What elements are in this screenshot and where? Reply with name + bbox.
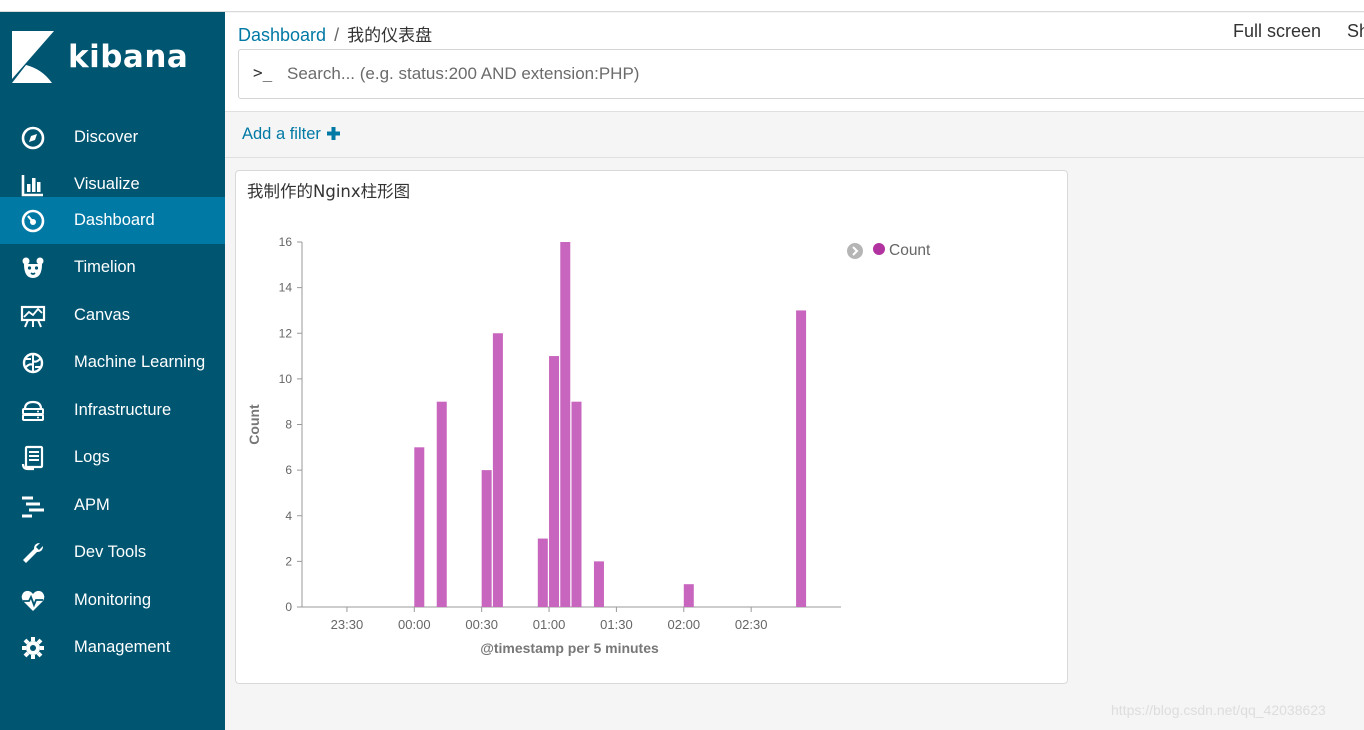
full-screen-button[interactable]: Full screen [1233,21,1321,42]
y-tick-label: 4 [285,509,292,523]
kibana-logo[interactable]: kibana [12,31,188,83]
gear-icon [20,635,46,661]
sidebar-item-canvas[interactable]: Canvas [0,292,225,339]
x-tick-label: 02:00 [668,617,701,632]
y-tick-label: 14 [279,281,293,295]
sidebar-item-timelion[interactable]: Timelion [0,244,225,291]
legend-swatch [873,243,885,255]
x-tick-label: 23:30 [331,617,364,632]
sidebar-item-label: Discover [74,128,139,146]
sidebar-item-label: Dashboard [74,211,155,229]
y-tick-label: 10 [279,372,293,386]
kibana-logo-icon [12,31,54,83]
sidebar-item-label: Logs [74,448,110,466]
kibana-wordmark: kibana [68,39,189,75]
y-tick-label: 12 [279,326,293,340]
bar [537,538,548,607]
log-document-icon [20,445,46,471]
compass-icon [20,125,46,151]
query-bar: >_ [238,49,1364,99]
breadcrumb-separator: / [334,25,340,45]
legend-toggle-icon[interactable] [847,243,863,259]
bar [436,401,447,607]
share-button[interactable]: Sh [1347,21,1364,42]
gauge-icon [20,208,46,234]
breadcrumb-dashboard-link[interactable]: Dashboard [238,25,326,45]
bar [593,561,604,607]
bar-chart-icon [20,172,46,198]
sidebar-item-apm[interactable]: APM [0,482,225,529]
browser-top-strip [0,0,1364,12]
heartbeat-icon [20,588,46,614]
bear-icon [20,255,46,281]
bar [560,242,571,607]
y-tick-label: 2 [285,554,292,568]
bar [481,470,492,607]
sidebar-item-label: Dev Tools [74,543,147,561]
server-cloud-icon [20,398,46,424]
add-filter-label: Add a filter [242,125,321,143]
sidebar-item-label: Infrastructure [74,401,172,419]
wrench-icon [20,540,46,566]
x-tick-label: 01:00 [533,617,566,632]
y-tick-label: 6 [285,463,292,477]
breadcrumb: Dashboard / 我的仪表盘 [238,21,432,46]
query-prompt-icon: >_ [253,63,273,82]
x-tick-label: 00:00 [398,617,431,632]
y-tick-label: 0 [285,600,292,614]
sidebar-item-dev-tools[interactable]: Dev Tools [0,529,225,576]
plus-icon [327,127,341,140]
bar [414,447,425,607]
sidebar-item-infrastructure[interactable]: Infrastructure [0,387,225,434]
watermark: https://blog.csdn.net/qq_42038623 [1111,702,1326,718]
sidebar-item-monitoring[interactable]: Monitoring [0,577,225,624]
x-tick-label: 01:30 [600,617,633,632]
y-tick-label: 16 [279,235,293,249]
kibana-app: kibana Discover Visualize Dashboard Timelio… [0,0,1364,730]
sidebar-item-machine-learning[interactable]: Machine Learning [0,339,225,386]
legend-label-count[interactable]: Count [889,242,931,259]
bar [571,401,582,607]
y-axis-title: Count [246,404,262,445]
sidebar-item-management[interactable]: Management [0,624,225,671]
bar [549,356,560,607]
top-header: Dashboard / 我的仪表盘 Full screen Sh >_ [225,13,1364,111]
brain-icon [20,350,46,376]
sidebar-item-label: Visualize [74,175,140,193]
sidebar-item-discover[interactable]: Discover [0,114,225,161]
bar [796,310,807,607]
sidebar-item-label: APM [74,496,110,514]
search-input[interactable] [287,60,1357,88]
bar-chart: 0 2 4 6 8 10 12 14 16 23:30 00:00 00:30 01:00 01:30 02… [246,235,931,656]
visualization-panel: 我制作的Nginx柱形图 0 2 4 6 8 10 12 14 16 23:30 00:00 00:3… [235,170,1068,684]
sidebar-item-label: Management [74,638,171,656]
bar [683,584,694,607]
sidebar-item-label: Canvas [74,306,130,324]
breadcrumb-current-dashboard: 我的仪表盘 [347,26,433,46]
sidebar-item-label: Timelion [74,258,136,276]
filter-bar: Add a filter [225,111,1364,158]
x-axis-title: @timestamp per 5 minutes [480,640,659,656]
add-filter-button[interactable]: Add a filter [242,125,341,144]
sidebar: kibana Discover Visualize Dashboard Timelio… [0,12,225,730]
bar [492,333,503,607]
x-tick-label: 00:30 [465,617,498,632]
apm-lines-icon [20,493,46,519]
x-tick-label: 02:30 [735,617,768,632]
y-tick-label: 8 [285,418,292,432]
sidebar-item-dashboard[interactable]: Dashboard [0,197,225,244]
sidebar-item-label: Monitoring [74,591,152,609]
easel-icon [20,303,46,329]
sidebar-item-logs[interactable]: Logs [0,434,225,481]
sidebar-item-label: Machine Learning [74,353,206,371]
